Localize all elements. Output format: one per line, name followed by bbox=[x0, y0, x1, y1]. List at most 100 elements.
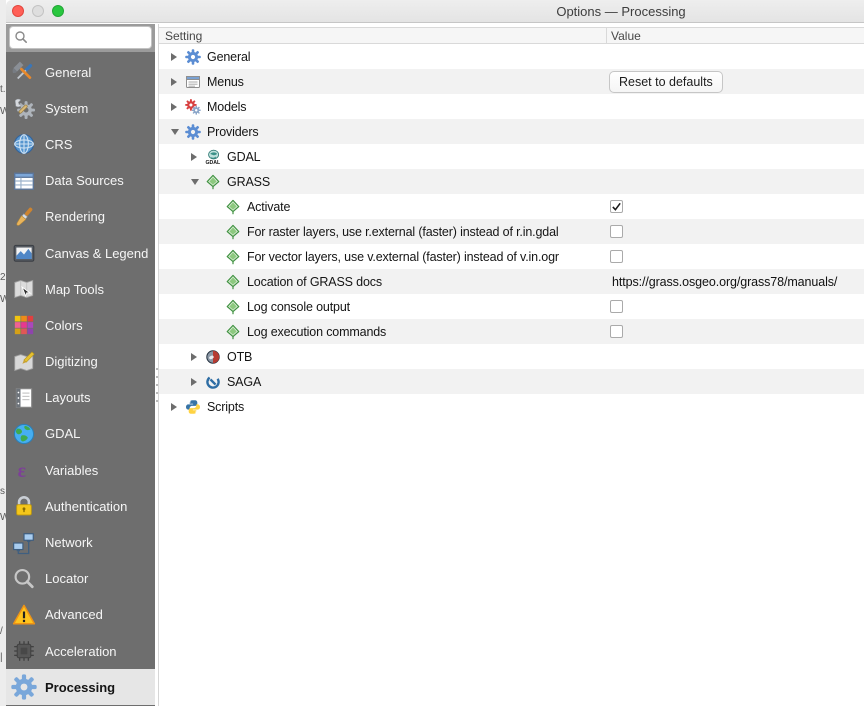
paintbrush-icon bbox=[10, 204, 37, 230]
menus-icon bbox=[185, 74, 201, 90]
sidebar-item-data-sources[interactable]: Data Sources bbox=[6, 163, 155, 199]
tree-row-label: Menus bbox=[207, 75, 244, 89]
sidebar-item-processing[interactable]: Processing bbox=[6, 669, 155, 705]
sidebar-item-map-tools[interactable]: Map Tools bbox=[6, 271, 155, 307]
tree-row-log-console-output[interactable]: Log console output bbox=[159, 294, 864, 319]
background-window-fragment: t. bbox=[0, 84, 6, 95]
close-button[interactable] bbox=[12, 5, 24, 17]
tree-row-label: General bbox=[207, 50, 250, 64]
sidebar-item-label: Processing bbox=[45, 680, 115, 695]
expand-arrow-icon[interactable] bbox=[167, 102, 185, 112]
expand-arrow-icon[interactable] bbox=[167, 77, 185, 87]
tree-row-gdal[interactable]: GDAL GDAL bbox=[159, 144, 864, 169]
sidebar-item-label: Advanced bbox=[45, 607, 103, 622]
sidebar-item-canvas-legend[interactable]: Canvas & Legend bbox=[6, 235, 155, 271]
expand-arrow-icon[interactable] bbox=[187, 377, 205, 387]
tree-row-providers[interactable]: Providers bbox=[159, 119, 864, 144]
zoom-button[interactable] bbox=[52, 5, 64, 17]
tree-row-menus[interactable]: Menus Reset to defaults bbox=[159, 69, 864, 94]
canvas-icon bbox=[10, 240, 37, 266]
expand-arrow-icon[interactable] bbox=[187, 152, 205, 162]
saga-icon bbox=[205, 374, 221, 390]
chip-icon bbox=[10, 638, 37, 664]
sidebar-item-label: Colors bbox=[45, 318, 83, 333]
expand-arrow-icon[interactable] bbox=[167, 52, 185, 62]
titlebar[interactable]: Options — Processing bbox=[6, 0, 864, 23]
value-cell bbox=[607, 244, 864, 269]
sidebar-item-colors[interactable]: Colors bbox=[6, 307, 155, 343]
tools-icon bbox=[10, 59, 37, 85]
map-pencil-icon bbox=[10, 349, 37, 375]
tree-row-for-vector-layers-use-v-external-faster-instead-of-v-in-ogr[interactable]: For vector layers, use v.external (faste… bbox=[159, 244, 864, 269]
tree-row-label: For raster layers, use r.external (faste… bbox=[247, 225, 559, 239]
gear-blue-icon bbox=[185, 49, 201, 65]
reset-to-defaults-button[interactable]: Reset to defaults bbox=[609, 71, 723, 93]
tree-row-models[interactable]: Models bbox=[159, 94, 864, 119]
tree-row-location-of-grass-docs[interactable]: Location of GRASS docs https://grass.osge… bbox=[159, 269, 864, 294]
value-cell bbox=[607, 319, 864, 344]
crs-globe-icon bbox=[10, 131, 37, 157]
checkbox-unchecked[interactable] bbox=[610, 225, 623, 238]
sidebar-item-acceleration[interactable]: Acceleration bbox=[6, 633, 155, 669]
tree-row-label: Providers bbox=[207, 125, 258, 139]
tree-row-saga[interactable]: SAGA bbox=[159, 369, 864, 394]
sidebar-item-locator[interactable]: Locator bbox=[6, 561, 155, 597]
tree-row-content: Scripts bbox=[167, 394, 244, 419]
tree-row-grass[interactable]: GRASS bbox=[159, 169, 864, 194]
options-dialog: Options — Processing General System CRS … bbox=[6, 0, 864, 706]
gdal-icon: GDAL bbox=[205, 149, 221, 165]
checkbox-unchecked[interactable] bbox=[610, 300, 623, 313]
sidebar-item-label: Layouts bbox=[45, 390, 91, 405]
tree-row-label: GDAL bbox=[227, 150, 260, 164]
collapse-arrow-icon[interactable] bbox=[187, 178, 205, 186]
tree-row-content: For vector layers, use v.external (faste… bbox=[207, 244, 559, 269]
earth-icon bbox=[10, 421, 37, 447]
column-header-value: Value bbox=[611, 29, 641, 43]
tree-row-label: GRASS bbox=[227, 175, 270, 189]
sidebar-item-crs[interactable]: CRS bbox=[6, 126, 155, 162]
value-cell bbox=[607, 219, 864, 244]
checkbox-unchecked[interactable] bbox=[610, 250, 623, 263]
layout-icon bbox=[10, 385, 37, 411]
sidebar-item-advanced[interactable]: Advanced bbox=[6, 597, 155, 633]
sidebar-item-general[interactable]: General bbox=[6, 54, 155, 90]
sidebar-item-label: Authentication bbox=[45, 499, 127, 514]
tree-row-label: SAGA bbox=[227, 375, 261, 389]
sidebar-item-system[interactable]: System bbox=[6, 90, 155, 126]
checkbox-checked[interactable] bbox=[610, 200, 623, 213]
sidebar-item-digitizing[interactable]: Digitizing bbox=[6, 344, 155, 380]
minimize-button[interactable] bbox=[32, 5, 44, 17]
tree-row-label: Location of GRASS docs bbox=[247, 275, 382, 289]
tree-row-log-execution-commands[interactable]: Log execution commands bbox=[159, 319, 864, 344]
sidebar-item-authentication[interactable]: Authentication bbox=[6, 488, 155, 524]
tree-row-scripts[interactable]: Scripts bbox=[159, 394, 864, 419]
background-window-fragment: / bbox=[0, 626, 3, 637]
system-icon bbox=[10, 95, 37, 121]
search-input[interactable] bbox=[9, 26, 152, 49]
collapse-arrow-icon[interactable] bbox=[167, 128, 185, 136]
sidebar-item-network[interactable]: Network bbox=[6, 524, 155, 560]
tree-row-content: Location of GRASS docs bbox=[207, 269, 382, 294]
value-text[interactable]: https://grass.osgeo.org/grass78/manuals/ bbox=[612, 275, 837, 289]
network-icon bbox=[10, 530, 37, 556]
sidebar-item-gdal[interactable]: GDAL bbox=[6, 416, 155, 452]
tree-row-activate[interactable]: Activate bbox=[159, 194, 864, 219]
expand-arrow-icon[interactable] bbox=[187, 352, 205, 362]
grass-icon bbox=[225, 299, 241, 315]
expand-arrow-icon[interactable] bbox=[167, 402, 185, 412]
tree-row-content: Log execution commands bbox=[207, 319, 386, 344]
tree-row-content: Log console output bbox=[207, 294, 350, 319]
traffic-lights bbox=[12, 5, 64, 17]
checkbox-unchecked[interactable] bbox=[610, 325, 623, 338]
sidebar-item-rendering[interactable]: Rendering bbox=[6, 199, 155, 235]
sidebar-item-layouts[interactable]: Layouts bbox=[6, 380, 155, 416]
tree-row-content: Providers bbox=[167, 119, 258, 144]
value-cell: https://grass.osgeo.org/grass78/manuals/ bbox=[607, 269, 864, 294]
column-divider[interactable] bbox=[606, 28, 607, 43]
sidebar-item-variables[interactable]: εVariables bbox=[6, 452, 155, 488]
tree-row-general[interactable]: General bbox=[159, 44, 864, 69]
tree-row-for-raster-layers-use-r-external-faster-instead-of-r-in-gdal[interactable]: For raster layers, use r.external (faste… bbox=[159, 219, 864, 244]
tree-row-otb[interactable]: OTB bbox=[159, 344, 864, 369]
tree-row-content: GRASS bbox=[187, 169, 270, 194]
background-window-fragment: | bbox=[0, 652, 3, 663]
